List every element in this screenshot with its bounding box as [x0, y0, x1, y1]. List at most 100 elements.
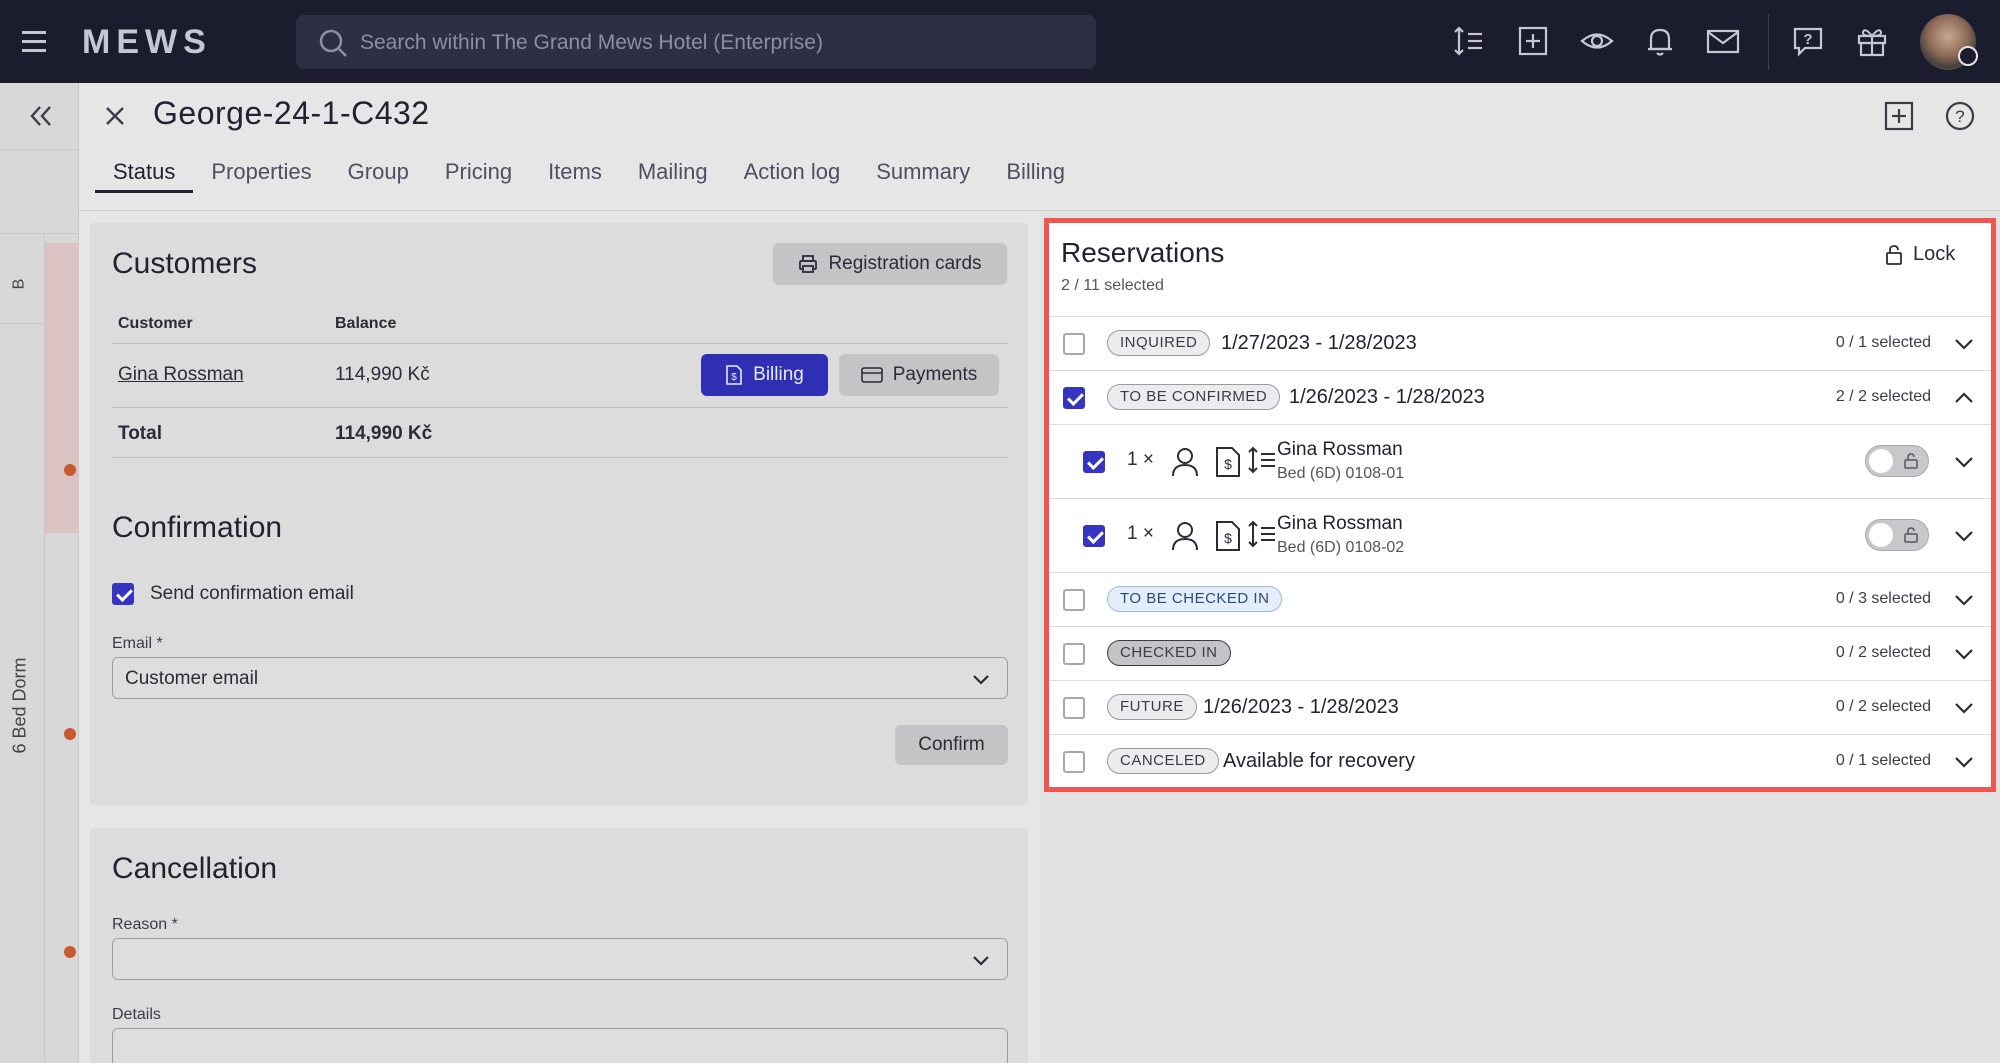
reason-select[interactable] [112, 938, 1008, 980]
line-spacing-icon[interactable] [1247, 519, 1277, 549]
strip-divider [0, 149, 79, 150]
details-textarea[interactable] [112, 1028, 1008, 1063]
avatar-status-indicator [1958, 46, 1978, 66]
group-checkbox[interactable] [1063, 387, 1085, 409]
group-dates: 1/27/2023 - 1/28/2023 [1221, 332, 1417, 354]
lock-icon [1885, 244, 1903, 266]
reservation-item[interactable]: 1 × $ Gina Rossman Bed (6D) 0108-02 [1049, 498, 1991, 572]
confirmation-card: Confirmation Send confirmation email Ema… [90, 487, 1028, 805]
invoice-icon[interactable]: $ [1215, 521, 1241, 551]
person-icon[interactable] [1171, 447, 1199, 477]
status-badge: TO BE CONFIRMED [1107, 384, 1281, 410]
table-divider [112, 343, 1008, 344]
add-square-icon[interactable] [1884, 101, 1914, 131]
item-quantity: 1 × [1127, 523, 1154, 544]
gift-icon[interactable] [1855, 24, 1889, 58]
close-icon[interactable] [103, 104, 127, 128]
tab-summary[interactable]: Summary [858, 151, 988, 193]
chevron-down-icon[interactable] [1953, 525, 1975, 547]
group-selected-count: 0 / 1 selected [1835, 752, 1931, 769]
send-confirmation-label: Send confirmation email [150, 583, 354, 604]
tab-group[interactable]: Group [330, 151, 427, 193]
lock-toggle[interactable] [1865, 519, 1929, 551]
chevron-down-icon[interactable] [1953, 751, 1975, 773]
mews-logo[interactable]: MEWS [82, 23, 212, 62]
group-checkbox[interactable] [1063, 697, 1085, 719]
menu-icon[interactable] [20, 26, 52, 56]
timeline-column-line [44, 233, 45, 1063]
chevron-down-icon [971, 950, 991, 970]
chevron-down-icon[interactable] [1953, 451, 1975, 473]
group-checkbox[interactable] [1063, 643, 1085, 665]
tab-mailing[interactable]: Mailing [620, 151, 726, 193]
tab-billing[interactable]: Billing [988, 151, 1083, 193]
svg-text:$: $ [1224, 456, 1232, 472]
tab-status[interactable]: Status [95, 151, 194, 193]
eye-icon[interactable] [1580, 24, 1614, 58]
chevron-down-icon [971, 669, 991, 689]
chevron-up-icon[interactable] [1953, 387, 1975, 409]
bell-icon[interactable] [1643, 24, 1677, 58]
confirm-label: Confirm [918, 734, 985, 755]
add-square-icon[interactable] [1516, 24, 1550, 58]
item-checkbox[interactable] [1083, 525, 1105, 547]
group-selected-count: 0 / 2 selected [1835, 698, 1931, 715]
mail-icon[interactable] [1706, 24, 1740, 58]
reservation-group-to-be-checked-in[interactable]: TO BE CHECKED IN 0 / 3 selected [1049, 572, 1991, 626]
tab-pricing[interactable]: Pricing [427, 151, 530, 193]
reservation-group-future[interactable]: FUTURE 1/26/2023 - 1/28/2023 0 / 2 selec… [1049, 680, 1991, 734]
timeline-occupied-block [44, 243, 79, 533]
reservation-group-checked-in[interactable]: CHECKED IN 0 / 2 selected [1049, 626, 1991, 680]
status-badge: FUTURE [1107, 694, 1197, 720]
help-icon[interactable]: ? [1945, 101, 1975, 131]
group-checkbox[interactable] [1063, 751, 1085, 773]
balance-column-header: Balance [335, 315, 397, 332]
item-quantity: 1 × [1127, 449, 1154, 470]
reservation-group-canceled[interactable]: CANCELED Available for recovery 0 / 1 se… [1049, 734, 1991, 788]
cancellation-card: Cancellation Reason * Details [90, 828, 1028, 1063]
search-input[interactable]: Search within The Grand Mews Hotel (Ente… [296, 15, 1096, 69]
card-icon [860, 366, 883, 384]
collapse-panel-icon[interactable] [28, 103, 54, 129]
svg-text:$: $ [1224, 530, 1232, 546]
customer-name-link[interactable]: Gina Rossman [118, 364, 244, 386]
group-checkbox[interactable] [1063, 589, 1085, 611]
email-select[interactable]: Customer email [112, 657, 1008, 699]
page-title: George-24-1-C432 [153, 95, 430, 131]
chevron-down-icon[interactable] [1953, 643, 1975, 665]
invoice-icon[interactable]: $ [1215, 447, 1241, 477]
send-confirmation-checkbox[interactable] [112, 583, 134, 605]
collapsed-timeline-strip: B 6 Bed Dorm [0, 83, 79, 1063]
total-value: 114,990 Kč [335, 423, 433, 444]
reservations-selected-count: 2 / 11 selected [1061, 277, 1164, 294]
tab-properties[interactable]: Properties [193, 151, 329, 193]
tab-action-log[interactable]: Action log [726, 151, 859, 193]
chevron-down-icon[interactable] [1953, 333, 1975, 355]
chevron-down-icon[interactable] [1953, 697, 1975, 719]
lock-button[interactable]: Lock [1885, 243, 1955, 266]
line-spacing-icon[interactable] [1247, 445, 1277, 475]
reservation-item[interactable]: 1 × $ Gina Rossman Bed (6D) 0108-01 [1049, 424, 1991, 498]
help-chat-icon[interactable]: ? [1791, 24, 1825, 58]
registration-cards-label: Registration cards [828, 253, 982, 274]
confirm-button[interactable]: Confirm [895, 725, 1008, 765]
billing-button[interactable]: $ Billing [701, 354, 828, 396]
item-customer-name: Gina Rossman [1277, 513, 1403, 534]
tab-items[interactable]: Items [530, 151, 620, 193]
group-selected-count: 0 / 1 selected [1835, 334, 1931, 351]
group-checkbox[interactable] [1063, 333, 1085, 355]
chevron-down-icon[interactable] [1953, 589, 1975, 611]
lock-toggle[interactable] [1865, 445, 1929, 477]
registration-cards-button[interactable]: Registration cards [773, 243, 1007, 285]
customers-title: Customers [112, 247, 258, 280]
item-checkbox[interactable] [1083, 451, 1105, 473]
table-divider [112, 457, 1008, 458]
reservation-group-inquired[interactable]: INQUIRED 1/27/2023 - 1/28/2023 0 / 1 sel… [1049, 316, 1991, 370]
table-divider [112, 407, 1008, 408]
room-category-label: 6 Bed Dorm [9, 657, 30, 754]
payments-button[interactable]: Payments [839, 354, 999, 396]
person-icon[interactable] [1171, 521, 1199, 551]
reservation-group-to-be-confirmed[interactable]: TO BE CONFIRMED 1/26/2023 - 1/28/2023 2 … [1049, 370, 1991, 424]
line-spacing-icon[interactable] [1452, 24, 1486, 58]
timeline-marker [64, 946, 76, 958]
